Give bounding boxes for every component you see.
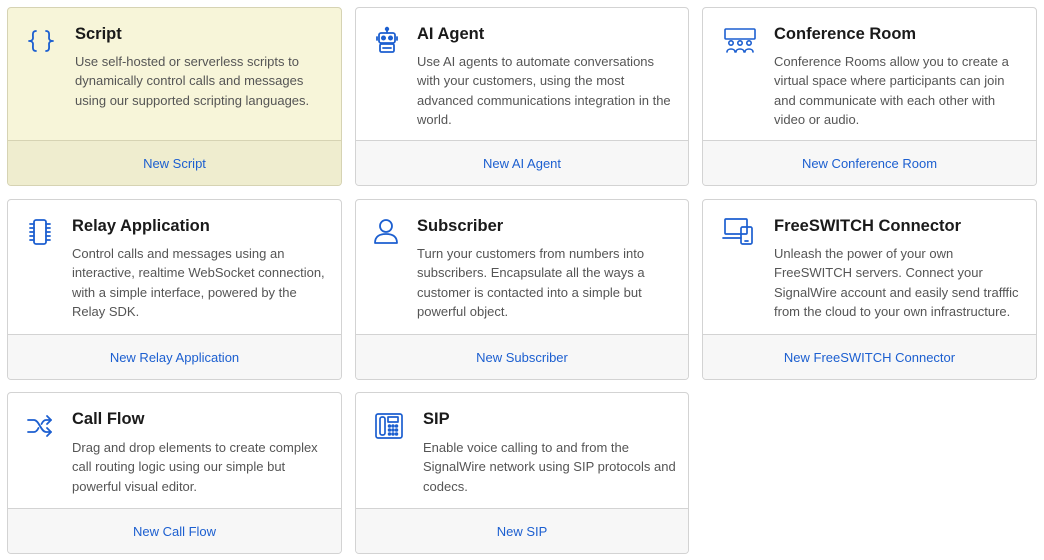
card-title: FreeSWITCH Connector <box>774 217 962 235</box>
card-title: Conference Room <box>774 25 917 43</box>
card-ai-agent[interactable]: AI Agent Use AI agents to automate conve… <box>355 7 689 186</box>
user-icon <box>371 216 401 246</box>
card-sip[interactable]: SIP Enable voice calling to and from the… <box>355 392 689 554</box>
card-description: Enable voice calling to and from the Sig… <box>423 440 676 494</box>
new-script-link[interactable]: New Script <box>143 156 206 171</box>
card-footer: New Call Flow <box>8 508 341 553</box>
card-footer: New SIP <box>356 508 688 553</box>
card-description: Turn your customers from numbers into su… <box>417 246 645 319</box>
card-title: Script <box>75 25 122 43</box>
new-call-flow-link[interactable]: New Call Flow <box>133 524 216 539</box>
card-call-flow[interactable]: Call Flow Drag and drop elements to crea… <box>7 392 342 554</box>
card-footer: New Script <box>8 140 341 185</box>
card-description: Drag and drop elements to create complex… <box>72 440 318 494</box>
card-freeswitch-connector[interactable]: FreeSWITCH Connector Unleash the power o… <box>702 199 1037 380</box>
conference-room-icon <box>723 26 757 56</box>
devices-icon <box>721 216 755 246</box>
new-sip-link[interactable]: New SIP <box>497 524 548 539</box>
card-description: Control calls and messages using an inte… <box>72 246 325 319</box>
card-subscriber[interactable]: Subscriber Turn your customers from numb… <box>355 199 689 380</box>
robot-icon <box>372 26 402 56</box>
card-title: Subscriber <box>417 217 504 235</box>
card-title: AI Agent <box>417 25 485 43</box>
new-conference-room-link[interactable]: New Conference Room <box>802 156 937 171</box>
chip-icon <box>25 217 55 247</box>
card-title: SIP <box>423 410 450 428</box>
new-freeswitch-connector-link[interactable]: New FreeSWITCH Connector <box>784 350 955 365</box>
card-footer: New Subscriber <box>356 334 688 379</box>
card-conference-room[interactable]: Conference Room Conference Rooms allow y… <box>702 7 1037 186</box>
new-ai-agent-link[interactable]: New AI Agent <box>483 156 561 171</box>
card-description: Use self-hosted or serverless scripts to… <box>75 54 310 108</box>
card-footer: New Conference Room <box>703 140 1036 185</box>
curly-braces-icon <box>26 26 56 56</box>
card-description: Conference Rooms allow you to create a v… <box>774 54 1009 127</box>
card-footer: New Relay Application <box>8 334 341 379</box>
card-footer: New FreeSWITCH Connector <box>703 334 1036 379</box>
card-description: Unleash the power of your own FreeSWITCH… <box>774 246 1019 319</box>
card-footer: New AI Agent <box>356 140 688 185</box>
shuffle-icon <box>25 411 55 441</box>
new-relay-application-link[interactable]: New Relay Application <box>110 350 239 365</box>
card-title: Call Flow <box>72 410 145 428</box>
card-relay-application[interactable]: Relay Application Control calls and mess… <box>7 199 342 380</box>
card-title: Relay Application <box>72 217 210 235</box>
new-subscriber-link[interactable]: New Subscriber <box>476 350 568 365</box>
desk-phone-icon <box>374 411 404 441</box>
card-script[interactable]: Script Use self-hosted or serverless scr… <box>7 7 342 186</box>
card-description: Use AI agents to automate conversations … <box>417 54 671 127</box>
